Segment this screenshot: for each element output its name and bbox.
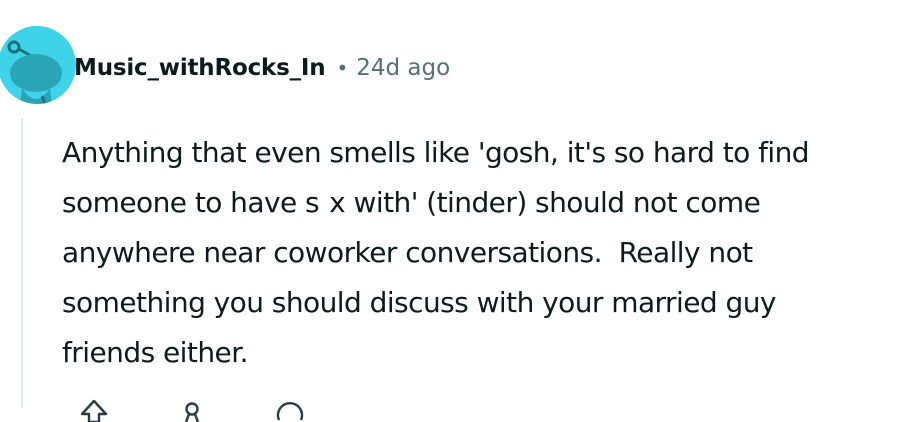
comment-body-line: someone to have s x with' (tinder) shoul…: [62, 186, 761, 219]
upvote-icon: [80, 399, 108, 422]
comment-body-line: Anything that even smells like 'gosh, it…: [62, 136, 810, 169]
comment-actions: [74, 392, 368, 422]
award-icon: [184, 402, 200, 422]
comment-header: Music_withRocks_In • 24d ago: [74, 48, 450, 88]
comment-body-line: something you should discuss with your m…: [62, 286, 776, 319]
meta-separator: •: [336, 56, 349, 80]
award-button[interactable]: [172, 392, 212, 422]
upvote-button[interactable]: [74, 392, 114, 422]
comment-body: Anything that even smells like 'gosh, it…: [62, 128, 920, 378]
author-username[interactable]: Music_withRocks_In: [74, 55, 326, 81]
snoo-avatar-icon: [7, 40, 62, 104]
comment-timestamp[interactable]: 24d ago: [356, 55, 450, 81]
comment: Music_withRocks_In • 24d ago Anything th…: [0, 0, 920, 422]
reply-icon: [276, 402, 304, 421]
avatar[interactable]: [0, 26, 76, 104]
reply-button[interactable]: [270, 392, 310, 422]
thread-line[interactable]: [21, 118, 23, 408]
comment-body-line: anywhere near coworker conversations. Re…: [62, 236, 753, 269]
comment-body-line: friends either.: [62, 336, 248, 369]
